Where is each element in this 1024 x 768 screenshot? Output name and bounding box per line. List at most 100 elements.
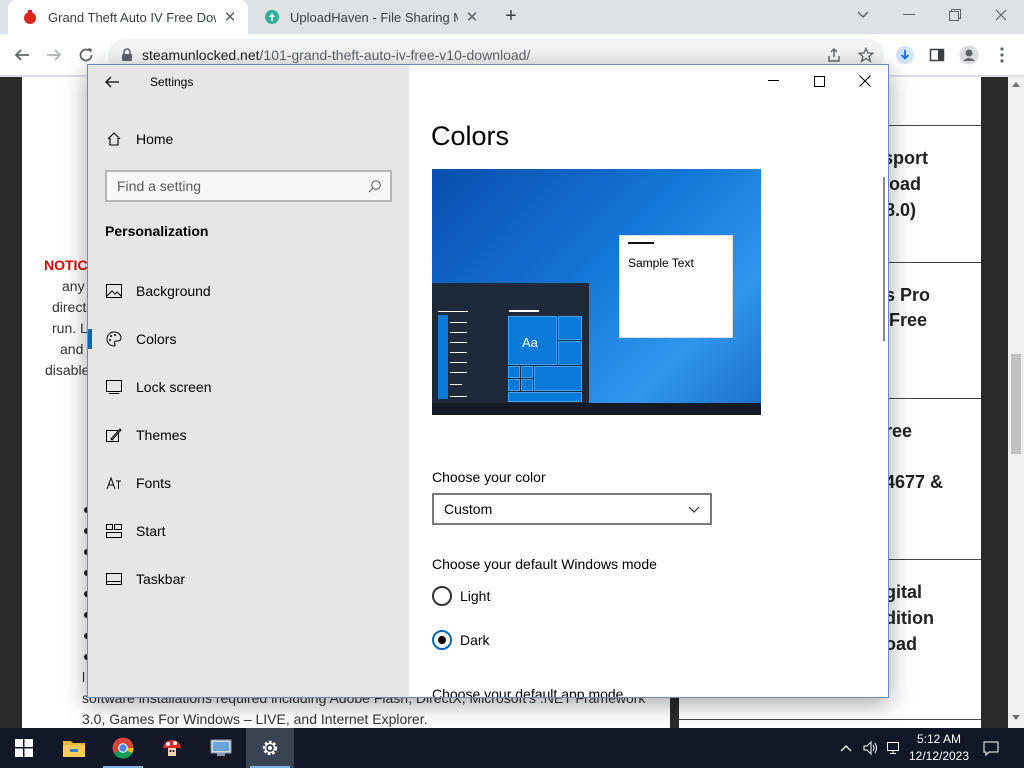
search-icon	[368, 180, 381, 193]
settings-minimize-button[interactable]	[750, 65, 796, 97]
taskbar-mushroom-app[interactable]	[148, 728, 196, 768]
scroll-down-arrow-icon[interactable]	[1012, 715, 1020, 721]
uploadhaven-favicon-icon	[265, 10, 279, 24]
settings-nav-background[interactable]: Background	[88, 271, 409, 311]
windows-start-button[interactable]	[0, 728, 48, 768]
taskbar-chrome[interactable]	[99, 728, 147, 768]
chevron-down-icon	[688, 506, 700, 513]
tab-title: Grand Theft Auto IV Free Downl	[48, 9, 216, 25]
taskbar-clock[interactable]: 5:12 AM 12/12/2023	[904, 731, 974, 765]
article-text: any	[62, 278, 85, 294]
chrome-menu-kebab-icon[interactable]	[990, 43, 1014, 67]
article-text: 3.0, Games For Windows – LIVE, and Inter…	[82, 711, 428, 727]
sidebar-link-text[interactable]: dition	[885, 605, 934, 631]
settings-section-title: Personalization	[105, 223, 209, 239]
download-icon[interactable]	[893, 43, 917, 67]
settings-nav-taskbar[interactable]: Taskbar	[88, 559, 409, 599]
radio-label: Dark	[460, 632, 490, 648]
side-panel-icon[interactable]	[925, 43, 949, 67]
settings-content-pane: Colors Aa Sample Text Choose your color …	[409, 65, 888, 697]
article-text: l	[82, 669, 86, 685]
mushroom-app-icon	[163, 740, 181, 756]
taskbar-network-app[interactable]	[197, 728, 245, 768]
themes-icon	[106, 427, 122, 443]
choose-color-label: Choose your color	[432, 469, 546, 485]
settings-nav-label: Lock screen	[136, 379, 212, 395]
settings-nav-label: Taskbar	[136, 571, 186, 587]
windows-taskbar: 5:12 AM 12/12/2023	[0, 728, 1024, 768]
settings-nav-pane: Settings Home Personalization Background…	[88, 65, 409, 697]
radio-circle[interactable]	[432, 630, 452, 650]
browser-tab-gta[interactable]: Grand Theft Auto IV Free Downl ✕	[8, 0, 248, 34]
settings-search-box[interactable]	[105, 170, 392, 202]
settings-nav-themes[interactable]: Themes	[88, 415, 409, 455]
profile-avatar-icon[interactable]	[957, 43, 981, 67]
windows-mode-dark-radio[interactable]: Dark	[432, 630, 490, 650]
settings-search-input[interactable]	[117, 178, 368, 194]
browser-close-button[interactable]	[978, 0, 1024, 30]
tab-title: UploadHaven - File Sharing Mad	[290, 9, 458, 25]
lock-screen-icon	[106, 379, 122, 395]
fonts-icon	[106, 475, 122, 491]
browser-restore-button[interactable]	[932, 0, 978, 30]
site-favicon-icon	[24, 10, 36, 24]
preview-tile	[534, 366, 582, 391]
scroll-up-arrow-icon[interactable]	[1012, 81, 1020, 87]
palette-icon	[106, 331, 122, 347]
page-title: Colors	[431, 121, 510, 151]
settings-nav-home[interactable]: Home	[88, 119, 409, 159]
notification-center-icon[interactable]	[978, 728, 1004, 768]
settings-nav-label: Fonts	[136, 475, 172, 491]
preview-list-line	[450, 352, 467, 353]
sidebar-link-text[interactable]: 4677 &	[885, 469, 943, 495]
network-app-icon	[210, 739, 232, 756]
taskbar-settings[interactable]	[246, 728, 294, 768]
taskbar-icon	[106, 571, 122, 587]
article-text: disable	[45, 362, 90, 378]
preview-window-titlebar	[628, 242, 654, 244]
preview-tile	[508, 392, 582, 402]
article-text: run. L	[52, 320, 88, 336]
forward-arrow-icon[interactable]	[42, 43, 66, 67]
settings-nav-label: Background	[136, 283, 211, 299]
back-arrow-icon[interactable]	[10, 43, 34, 67]
settings-nav-colors[interactable]: Colors	[88, 319, 409, 359]
page-scrollbar[interactable]	[1008, 77, 1024, 728]
radio-circle[interactable]	[432, 586, 452, 606]
preview-tile	[521, 366, 533, 378]
article-text: and	[60, 341, 84, 357]
sidebar-link-text[interactable]: Free	[889, 307, 927, 333]
preview-list-line	[450, 322, 467, 323]
network-tray-icon[interactable]	[884, 728, 904, 768]
settings-back-arrow-icon[interactable]	[104, 73, 120, 91]
browser-minimize-button[interactable]	[886, 0, 932, 30]
volume-icon[interactable]	[860, 728, 882, 768]
clock-time: 5:12 AM	[916, 732, 962, 746]
sidebar-link-text[interactable]: s Pro	[885, 282, 930, 308]
tab-close-icon[interactable]: ✕	[222, 8, 238, 26]
preview-tile	[558, 316, 582, 340]
choose-color-dropdown[interactable]: Custom	[432, 493, 712, 525]
browser-tab-uploadhaven[interactable]: UploadHaven - File Sharing Mad ✕	[250, 0, 490, 34]
tab-close-icon[interactable]: ✕	[464, 8, 480, 26]
tab-search-chevron-icon[interactable]	[840, 0, 886, 30]
page-scrollbar-thumb[interactable]	[1011, 354, 1021, 454]
taskbar-file-explorer[interactable]	[50, 728, 98, 768]
settings-scrollbar[interactable]	[883, 177, 885, 341]
sidebar-link-text[interactable]: ree	[885, 418, 912, 444]
sidebar-link-text[interactable]: 8.0)	[885, 197, 916, 223]
sidebar-link-text[interactable]: sport	[883, 145, 928, 171]
url-domain: steamunlocked.net	[142, 47, 260, 63]
sidebar-link-text[interactable]: oad	[885, 631, 917, 657]
new-tab-button[interactable]: +	[500, 5, 522, 27]
sidebar-link-text[interactable]: gital	[885, 579, 922, 605]
preview-list-line	[450, 396, 467, 397]
windows-mode-light-radio[interactable]: Light	[432, 586, 490, 606]
settings-close-button[interactable]	[842, 65, 888, 97]
settings-nav-fonts[interactable]: Fonts	[88, 463, 409, 503]
settings-nav-start[interactable]: Start	[88, 511, 409, 551]
sidebar-link-text[interactable]: oad	[889, 171, 921, 197]
tray-overflow-chevron-icon[interactable]	[836, 728, 856, 768]
settings-nav-lock-screen[interactable]: Lock screen	[88, 367, 409, 407]
settings-maximize-button[interactable]	[796, 65, 842, 97]
